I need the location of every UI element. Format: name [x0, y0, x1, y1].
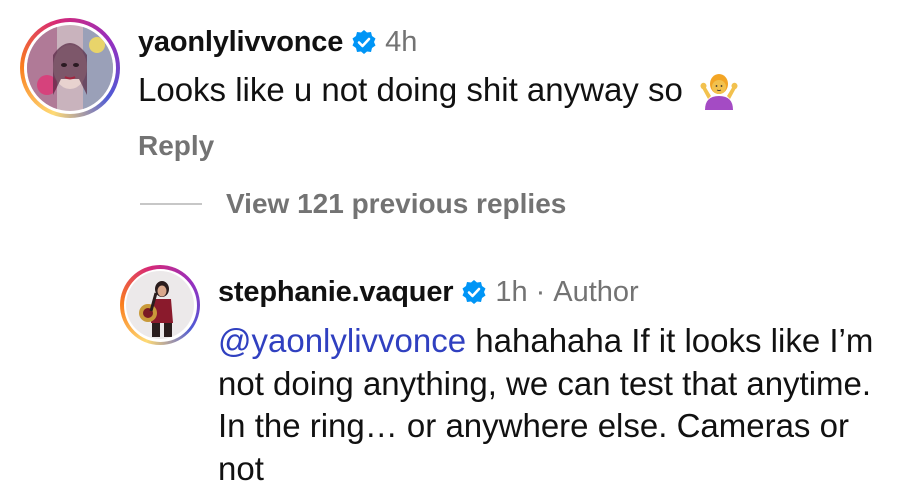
avatar-stephanie-vaquer[interactable] [120, 265, 200, 345]
meta-separator: · [535, 275, 546, 308]
reply-button[interactable]: Reply [138, 130, 214, 162]
avatar-border [123, 268, 197, 342]
reply-time: 1h [495, 275, 528, 308]
comment-time: 4h [385, 25, 418, 58]
author-badge: Author [553, 275, 639, 308]
username[interactable]: yaonlylivvonce [138, 26, 343, 59]
verified-badge-icon [351, 29, 377, 55]
view-replies-label: View 121 previous replies [226, 188, 567, 219]
avatar-yaonlylivvonce[interactable] [20, 18, 120, 118]
view-previous-replies-button[interactable]: View 121 previous replies [140, 188, 566, 220]
comment-header: yaonlylivvonce 4h [138, 22, 417, 62]
comment-body: Looks like u not doing shit anyway so [138, 68, 739, 112]
profile-picture [126, 271, 194, 339]
avatar-border [24, 22, 116, 114]
comment-text: Looks like u not doing shit anyway so [138, 71, 683, 108]
reply-body: @yaonlylivvonce hahahaha If it looks lik… [218, 320, 878, 490]
reply-header: stephanie.vaquer 1h · Author [218, 272, 639, 312]
person-shrugging-icon [699, 70, 739, 110]
username[interactable]: stephanie.vaquer [218, 276, 454, 309]
profile-picture [27, 25, 113, 111]
replies-divider-line [140, 203, 202, 205]
verified-badge-icon [461, 279, 487, 305]
mention-link[interactable]: @yaonlylivvonce [218, 322, 466, 359]
